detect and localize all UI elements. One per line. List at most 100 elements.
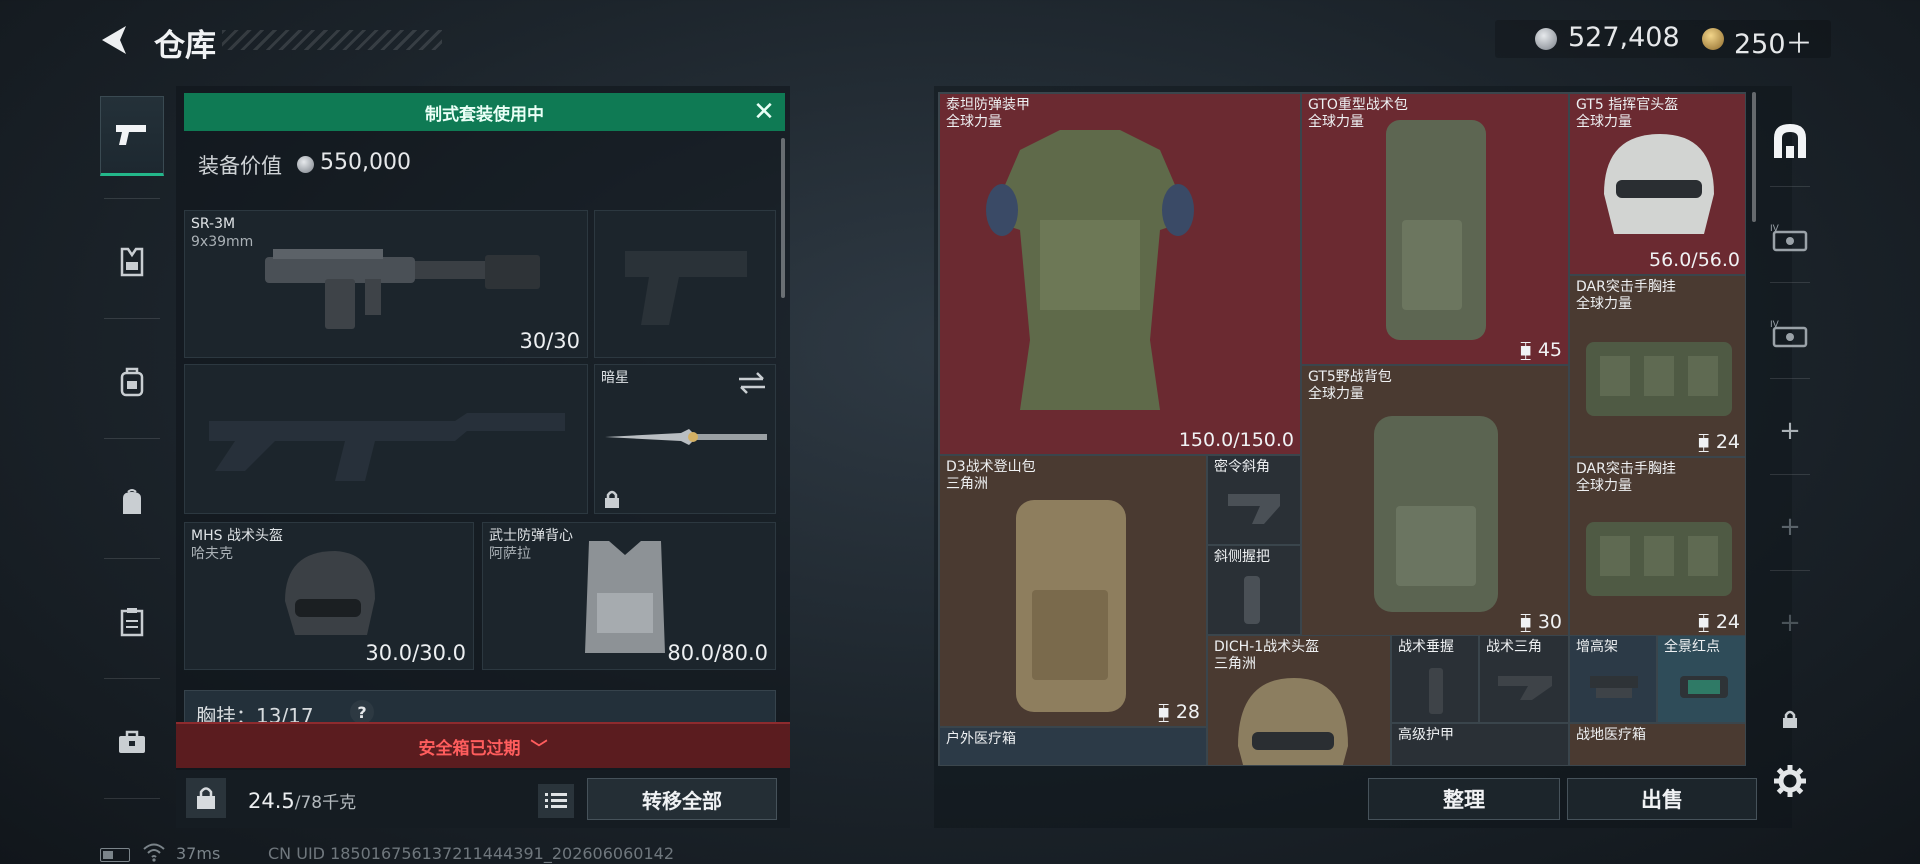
rifle-icon — [265, 249, 540, 329]
chest-rig-icon — [1586, 342, 1732, 416]
weapon-caliber: 9x39mm — [191, 234, 254, 250]
stash-item[interactable]: D3战术登山包 三角洲 ⧯ 28 — [939, 455, 1207, 727]
stash-item[interactable]: GT5 指挥官头盔 全球力量 56.0/56.0 — [1569, 93, 1745, 275]
stash-item[interactable]: 全景红点 — [1657, 635, 1745, 723]
angled-grip-icon — [1498, 676, 1552, 700]
helmet-icon — [1604, 134, 1714, 234]
back-button[interactable] — [96, 20, 136, 60]
container-icon — [120, 608, 144, 637]
sell-button[interactable]: 出售 — [1567, 778, 1757, 820]
backpack-capacity-icon: ⧯ — [1519, 611, 1538, 633]
stash-item[interactable]: 高级护甲 — [1391, 723, 1569, 765]
add-stash-page-button[interactable]: + — [1760, 492, 1820, 562]
gold-amount-button[interactable]: 250＋ — [1734, 22, 1813, 61]
sort-button[interactable]: 整理 — [1368, 778, 1560, 820]
category-tabs — [100, 86, 164, 806]
armor-name: 武士防弹背心 — [489, 528, 573, 544]
tab-container[interactable] — [100, 582, 164, 662]
add-stash-page-button[interactable]: + — [1760, 396, 1820, 466]
rifle-silhouette-icon — [209, 413, 565, 481]
vest-capacity-icon: ⧯ — [1697, 611, 1716, 633]
stash-item[interactable]: 户外医疗箱 — [939, 727, 1207, 765]
title-decoration — [222, 30, 442, 50]
foregrip-icon — [1228, 494, 1280, 524]
armor-durability: 80.0/80.0 — [667, 641, 768, 665]
stash-item[interactable]: DICH-1战术头盔 三角洲 — [1207, 635, 1391, 765]
riser-mount-icon — [1590, 676, 1638, 698]
safebox-expired-text: 安全箱已过期 — [418, 738, 521, 759]
safebox-expired-banner[interactable]: 安全箱已过期 ﹀ — [176, 722, 790, 768]
vest-icon — [120, 247, 144, 277]
stash-item[interactable]: 增高架 — [1569, 635, 1657, 723]
stash-item[interactable]: GT5野战背包 全球力量 ⧯ 30 — [1301, 365, 1569, 637]
add-currency-icon: ＋ — [1785, 29, 1813, 60]
stash-item[interactable]: DAR突击手胸挂 全球力量 ⧯ 24 — [1569, 457, 1745, 637]
locked-stash-page[interactable] — [1760, 684, 1820, 754]
plus-icon: + — [1779, 416, 1801, 446]
settings-button[interactable] — [1760, 746, 1820, 816]
melee-slot[interactable]: 暗星 — [594, 364, 776, 514]
list-view-button[interactable] — [538, 784, 574, 818]
transfer-all-button[interactable]: 转移全部 — [587, 778, 777, 820]
close-kit-button[interactable]: ✕ — [750, 97, 778, 127]
primary-weapon-slot[interactable]: SR-3M 9x39mm 30/30 — [184, 210, 588, 358]
add-stash-page-button[interactable]: + — [1760, 588, 1820, 658]
stash-scrollbar[interactable] — [1752, 92, 1756, 222]
helmet-name: MHS 战术头盔 — [191, 528, 283, 544]
lock-button[interactable] — [186, 778, 226, 818]
backpack-icon — [1374, 416, 1498, 612]
carry-weight: 24.5/78千克 — [248, 788, 356, 813]
silver-coin-icon — [297, 156, 314, 173]
stash-item[interactable]: DAR突击手胸挂 全球力量 ⧯ 24 — [1569, 275, 1745, 457]
stash-item[interactable]: 战地医疗箱 — [1569, 723, 1745, 765]
stash-item[interactable]: 战术垂握 — [1391, 635, 1479, 723]
silver-coin-icon — [1535, 28, 1557, 50]
tab-stash-page-4a[interactable]: IV — [1760, 202, 1820, 272]
tab-armor[interactable] — [100, 222, 164, 302]
loadout-scrollbar[interactable] — [781, 138, 785, 298]
help-icon[interactable]: ? — [350, 700, 374, 724]
armor-vest-icon — [585, 541, 665, 653]
capacity-stat: ⧯ 45 — [1519, 339, 1562, 361]
tab-weapons[interactable] — [100, 96, 164, 176]
gold-amount: 250 — [1734, 29, 1786, 60]
tab-backpack[interactable] — [100, 342, 164, 422]
backpack-capacity-icon: ⧯ — [1519, 339, 1538, 361]
knife-icon — [605, 429, 767, 445]
plus-icon: + — [1779, 608, 1801, 638]
stash-item[interactable]: 密令斜角 — [1207, 455, 1301, 545]
stash-item[interactable]: GTO重型战术包 全球力量 ⧯ 45 — [1301, 93, 1569, 365]
melee-name: 暗星 — [601, 370, 629, 386]
sidearm-slot[interactable] — [594, 210, 776, 358]
gear-icon — [1774, 765, 1806, 797]
page-title: 仓库 — [154, 28, 216, 64]
armor-slot[interactable]: 武士防弹背心 阿萨拉 80.0/80.0 — [482, 522, 776, 670]
tab-tools[interactable] — [100, 702, 164, 782]
chevron-down-icon: ﹀ — [530, 738, 548, 759]
tab-stash-page-4b[interactable]: IV — [1760, 298, 1820, 368]
helmet-icon — [285, 551, 375, 635]
helmet-durability: 30.0/30.0 — [365, 641, 466, 665]
list-icon — [545, 793, 567, 808]
swap-icon[interactable] — [737, 371, 767, 395]
helmet-brand: 哈夫克 — [191, 546, 233, 562]
backpack-capacity-icon: ⧯ — [1157, 701, 1176, 723]
helmet-slot[interactable]: MHS 战术头盔 哈夫克 30.0/30.0 — [184, 522, 474, 670]
tab-stash-main[interactable] — [1760, 106, 1820, 176]
close-icon: ✕ — [753, 97, 775, 127]
ping: 37ms — [176, 844, 221, 863]
stash-home-icon — [1774, 124, 1806, 158]
backpack-icon — [1016, 500, 1126, 712]
plus-icon: + — [1779, 512, 1801, 542]
chest-rig-icon — [1586, 522, 1732, 596]
stash-item[interactable]: 泰坦防弹装甲 全球力量 150.0/150.0 — [939, 93, 1301, 455]
stash-item[interactable]: 斜侧握把 — [1207, 545, 1301, 635]
weight-current: 24.5 — [248, 789, 295, 813]
user-uid: CN UID 185016756137211444391_20260606014… — [268, 844, 674, 863]
backpack-icon — [1386, 120, 1486, 340]
tab-pouch[interactable] — [100, 462, 164, 542]
secondary-weapon-slot[interactable] — [184, 364, 588, 514]
capacity-stat: ⧯ 24 — [1697, 611, 1740, 633]
body-armor-icon — [986, 130, 1194, 410]
stash-item[interactable]: 战术三角 — [1479, 635, 1569, 723]
